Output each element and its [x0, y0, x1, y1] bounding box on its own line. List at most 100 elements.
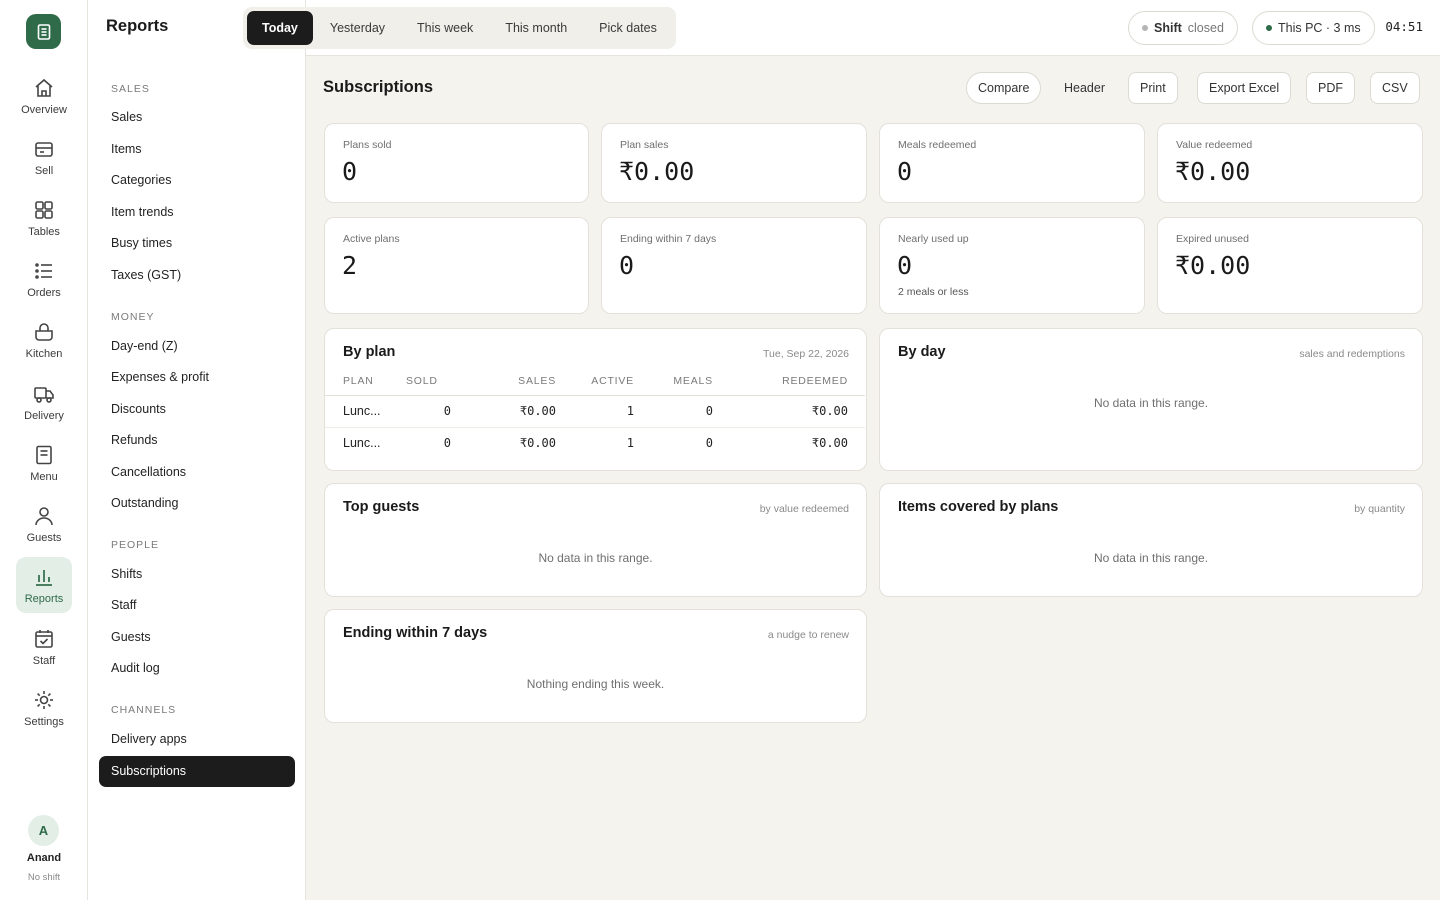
active-cell: 1	[573, 395, 651, 428]
panel-title: By plan	[343, 344, 396, 360]
empty-state: No data in this range.	[538, 551, 653, 565]
sidebar-item-delivery-apps[interactable]: Delivery apps	[99, 724, 295, 755]
ending-soon-panel: Ending within 7 days a nudge to renew No…	[324, 609, 867, 723]
panel-subtitle: sales and redemptions	[1299, 348, 1405, 360]
sales-cell: ₹0.00	[455, 395, 573, 428]
nav-overview[interactable]: Overview	[16, 68, 72, 124]
nav-label: Reports	[24, 592, 64, 605]
panel-subtitle: by quantity	[1354, 503, 1405, 515]
app-logo-icon[interactable]	[26, 14, 61, 49]
sidebar-item-subscriptions[interactable]: Subscriptions	[99, 756, 295, 787]
panel-subtitle: by value redeemed	[759, 503, 849, 515]
nav-guests[interactable]: Guests	[16, 496, 72, 552]
person-icon	[35, 506, 53, 525]
calendar-check-icon	[35, 629, 53, 648]
sidebar-item-staff[interactable]: Staff	[99, 590, 295, 621]
stat-label: Nearly used up	[898, 233, 969, 245]
nav-orders[interactable]: Orders	[16, 251, 72, 307]
stat-label: Ending within 7 days	[620, 233, 717, 245]
print-button[interactable]: Print	[1128, 72, 1178, 104]
nav-delivery[interactable]: Delivery	[16, 374, 72, 430]
empty-state: No data in this range.	[1093, 551, 1209, 565]
section-heading-channels: CHANNELS	[111, 704, 177, 716]
by-plan-table: PLAN SOLD SALES ACTIVE MEALS REDEEMED Lu…	[325, 371, 865, 459]
nav-kitchen[interactable]: Kitchen	[16, 312, 72, 368]
table-header-row: PLAN SOLD SALES ACTIVE MEALS REDEEMED	[325, 371, 865, 396]
compare-button[interactable]: Compare	[966, 72, 1042, 104]
nav-menu[interactable]: Menu	[16, 435, 72, 491]
nav-sell[interactable]: Sell	[16, 129, 72, 185]
sold-cell: 0	[403, 395, 455, 428]
column-header: SALES	[455, 371, 573, 396]
range-pick-dates[interactable]: Pick dates	[584, 11, 672, 45]
sidebar-item-refunds[interactable]: Refunds	[99, 425, 295, 456]
range-this-week[interactable]: This week	[402, 11, 488, 45]
nav-label: Orders	[27, 286, 61, 299]
sidebar-item-shifts[interactable]: Shifts	[99, 559, 295, 590]
plan-name-cell: Lunc...	[325, 395, 403, 428]
column-header: SOLD	[403, 371, 455, 396]
stat-card-plans-sold: Plans sold 0	[324, 123, 589, 203]
stat-label: Value redeemed	[1176, 139, 1253, 151]
column-header: PLAN	[325, 371, 403, 396]
stat-label: Plan sales	[620, 139, 669, 151]
page-title: Subscriptions	[323, 78, 434, 96]
by-plan-panel: By plan Tue, Sep 22, 2026 PLAN SOLD SALE…	[324, 328, 867, 471]
avatar[interactable]: A	[28, 815, 59, 846]
redeemed-cell: ₹0.00	[730, 395, 865, 428]
header-button[interactable]: Header	[1052, 72, 1117, 104]
empty-state: No data in this range.	[1093, 396, 1209, 410]
sidebar-item-taxes[interactable]: Taxes (GST)	[99, 260, 295, 291]
sidebar-item-day-end[interactable]: Day-end (Z)	[99, 331, 295, 362]
meals-cell: 0	[651, 395, 730, 428]
main-content: Subscriptions Compare Header Print Expor…	[306, 56, 1440, 900]
shift-status-pill[interactable]: Shift closed	[1128, 11, 1238, 45]
nav-settings[interactable]: Settings	[16, 680, 72, 736]
device-status-pill[interactable]: This PC · 3 ms	[1252, 11, 1375, 45]
register-icon	[35, 141, 53, 157]
nav-reports[interactable]: Reports	[16, 557, 72, 613]
nav-label: Tables	[28, 225, 60, 238]
sidebar-item-guests[interactable]: Guests	[99, 622, 295, 653]
nav-label: Menu	[30, 470, 58, 483]
sidebar-item-audit-log[interactable]: Audit log	[99, 653, 295, 684]
items-covered-panel: Items covered by plans by quantity No da…	[879, 483, 1423, 597]
shift-state: closed	[1187, 21, 1224, 35]
panel-date: Tue, Sep 22, 2026	[762, 348, 849, 360]
sidebar-item-busy-times[interactable]: Busy times	[99, 228, 295, 259]
truck-icon	[34, 386, 54, 403]
pdf-button[interactable]: PDF	[1306, 72, 1355, 104]
grid-icon	[35, 200, 53, 219]
table-row[interactable]: Lunc... 0 ₹0.00 1 0 ₹0.00	[325, 395, 865, 428]
sales-cell: ₹0.00	[519, 436, 556, 451]
nav-label: Delivery	[24, 409, 64, 422]
stat-value: 2	[342, 251, 358, 280]
sidebar-item-cancellations[interactable]: Cancellations	[99, 457, 295, 488]
sidebar-item-items[interactable]: Items	[99, 134, 295, 165]
user-name: Anand	[26, 852, 62, 864]
csv-button[interactable]: CSV	[1370, 72, 1420, 104]
by-day-panel: By day sales and redemptions No data in …	[879, 328, 1423, 471]
stat-label: Expired unused	[1176, 233, 1249, 245]
stat-card-meals-redeemed: Meals redeemed 0	[879, 123, 1145, 203]
top-guests-panel: Top guests by value redeemed No data in …	[324, 483, 867, 597]
nav-staff[interactable]: Staff	[16, 619, 72, 675]
sidebar-item-outstanding[interactable]: Outstanding	[99, 488, 295, 519]
section-heading-people: PEOPLE	[111, 539, 160, 551]
date-range-selector: Today Yesterday This week This month Pic…	[243, 7, 676, 49]
sidebar-item-item-trends[interactable]: Item trends	[99, 197, 295, 228]
range-yesterday[interactable]: Yesterday	[315, 11, 400, 45]
empty-state: Nothing ending this week.	[526, 677, 665, 691]
user-shift-status: No shift	[27, 872, 61, 883]
sidebar-item-sales[interactable]: Sales	[99, 102, 295, 133]
range-today[interactable]: Today	[247, 11, 313, 45]
nav-tables[interactable]: Tables	[16, 190, 72, 246]
table-row[interactable]: Lunc... 0 ₹0.00 1 0 ₹0.00	[325, 427, 865, 459]
range-this-month[interactable]: This month	[490, 11, 582, 45]
sidebar-item-discounts[interactable]: Discounts	[99, 394, 295, 425]
sidebar-item-categories[interactable]: Categories	[99, 165, 295, 196]
active-cell: 1	[626, 436, 634, 451]
export-excel-button[interactable]: Export Excel	[1197, 72, 1292, 104]
sidebar-item-expenses[interactable]: Expenses & profit	[99, 362, 295, 393]
redeemed-cell: ₹0.00	[811, 436, 848, 451]
